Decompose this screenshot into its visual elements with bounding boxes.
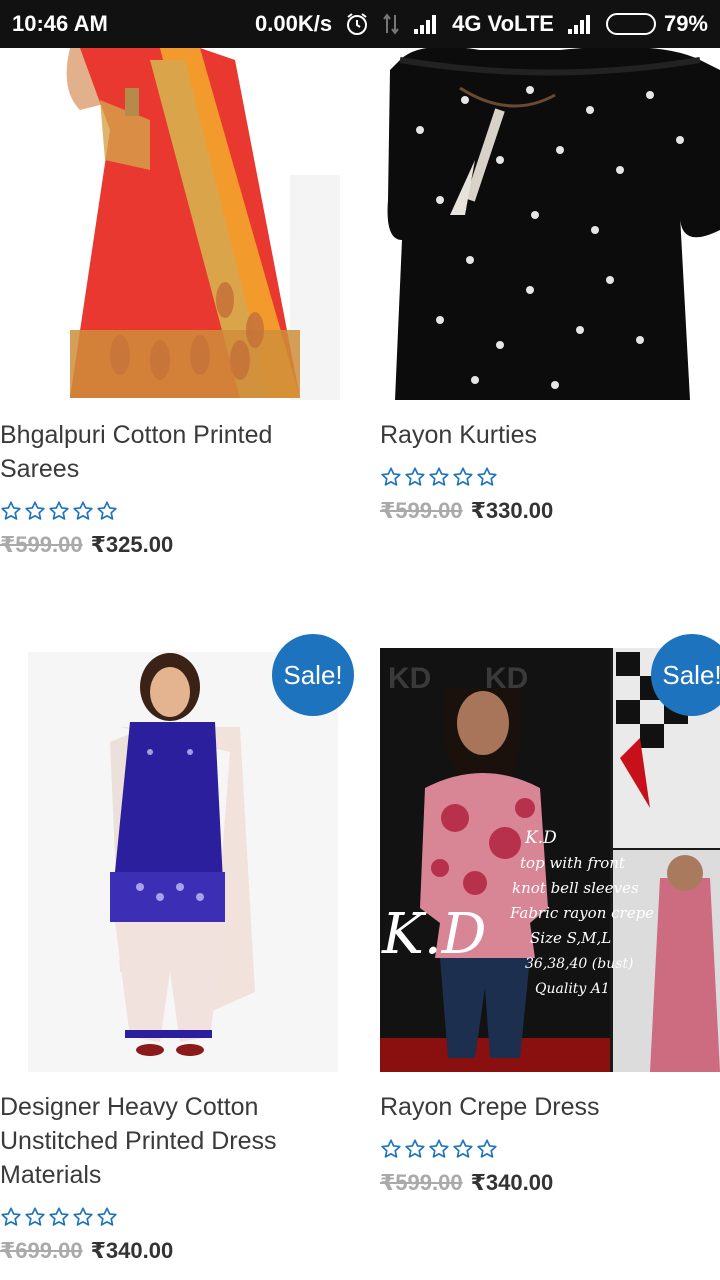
svg-text:knot bell sleeves: knot bell sleeves	[512, 879, 639, 897]
svg-text:top with front: top with front	[520, 854, 626, 872]
product-card[interactable]: Rayon Kurties ₹599.00 ₹330.00	[380, 0, 720, 524]
sale-price: ₹325.00	[90, 532, 174, 557]
sale-badge: Sale!	[272, 634, 354, 716]
product-image[interactable]: KD KD K.D top with front knot bell sleev…	[380, 648, 720, 1072]
alarm-icon	[344, 11, 370, 37]
star-rating	[0, 500, 340, 526]
product-image[interactable]	[0, 0, 340, 400]
battery-percent: 79%	[663, 11, 708, 36]
star-icon	[380, 1138, 402, 1164]
star-icon	[428, 1138, 450, 1164]
star-icon	[48, 500, 70, 526]
status-bar: 10:46 AM 0.00K/s 4G VoLTE 79%	[0, 0, 720, 48]
product-image[interactable]	[380, 0, 720, 400]
network-type: 4G VoLTE	[452, 11, 554, 36]
battery-indicator: 79%	[605, 11, 708, 37]
star-icon	[476, 1138, 498, 1164]
star-icon	[0, 500, 22, 526]
signal-icon-2	[566, 13, 594, 35]
signal-icon	[412, 13, 440, 35]
star-icon	[428, 466, 450, 492]
svg-text:Size S,M,L: Size S,M,L	[530, 929, 611, 947]
product-card[interactable]: Sale! Designer Heavy Cotton Unstitched P…	[0, 632, 354, 1264]
star-icon	[96, 1206, 118, 1232]
product-card[interactable]: Bhgalpuri Cotton Printed Sarees ₹599.00 ₹…	[0, 0, 340, 558]
svg-text:K.D: K.D	[381, 902, 487, 967]
old-price: ₹699.00	[0, 1238, 83, 1263]
svg-text:K.D: K.D	[524, 828, 557, 848]
product-price: ₹599.00 ₹340.00	[380, 1170, 720, 1196]
sale-price: ₹330.00	[470, 498, 554, 523]
svg-text:Fabric rayon crepe: Fabric rayon crepe	[509, 904, 654, 922]
product-title[interactable]: Rayon Kurties	[380, 418, 720, 452]
star-icon	[452, 466, 474, 492]
star-icon	[404, 1138, 426, 1164]
star-icon	[380, 466, 402, 492]
sale-price: ₹340.00	[90, 1238, 174, 1263]
product-price: ₹599.00 ₹330.00	[380, 498, 720, 524]
star-rating	[380, 466, 720, 492]
network-speed: 0.00K/s	[255, 11, 333, 36]
old-price: ₹599.00	[380, 498, 463, 523]
product-title[interactable]: Rayon Crepe Dress	[380, 1090, 720, 1124]
old-price: ₹599.00	[0, 532, 83, 557]
star-icon	[476, 466, 498, 492]
product-title[interactable]: Designer Heavy Cotton Unstitched Printed…	[0, 1090, 340, 1192]
product-price: ₹599.00 ₹325.00	[0, 532, 340, 558]
sale-price: ₹340.00	[470, 1170, 554, 1195]
old-price: ₹599.00	[380, 1170, 463, 1195]
star-rating	[0, 1206, 340, 1232]
product-price: ₹699.00 ₹340.00	[0, 1238, 340, 1264]
product-card[interactable]: Sale! KD KD K.D top with front knot bell…	[380, 632, 720, 1196]
svg-text:KD: KD	[388, 662, 431, 695]
star-icon	[24, 1206, 46, 1232]
status-time: 10:46 AM	[12, 11, 108, 36]
star-icon	[404, 466, 426, 492]
product-title[interactable]: Bhgalpuri Cotton Printed Sarees	[0, 418, 340, 486]
battery-icon	[605, 13, 656, 35]
star-icon	[72, 500, 94, 526]
data-arrows-icon	[382, 11, 400, 37]
star-icon	[0, 1206, 22, 1232]
star-rating	[380, 1138, 720, 1164]
star-icon	[72, 1206, 94, 1232]
star-icon	[24, 500, 46, 526]
star-icon	[48, 1206, 70, 1232]
svg-text:Quality A1: Quality A1	[535, 981, 610, 997]
star-icon	[452, 1138, 474, 1164]
star-icon	[96, 500, 118, 526]
svg-text:36,38,40 (bust): 36,38,40 (bust)	[525, 956, 634, 972]
